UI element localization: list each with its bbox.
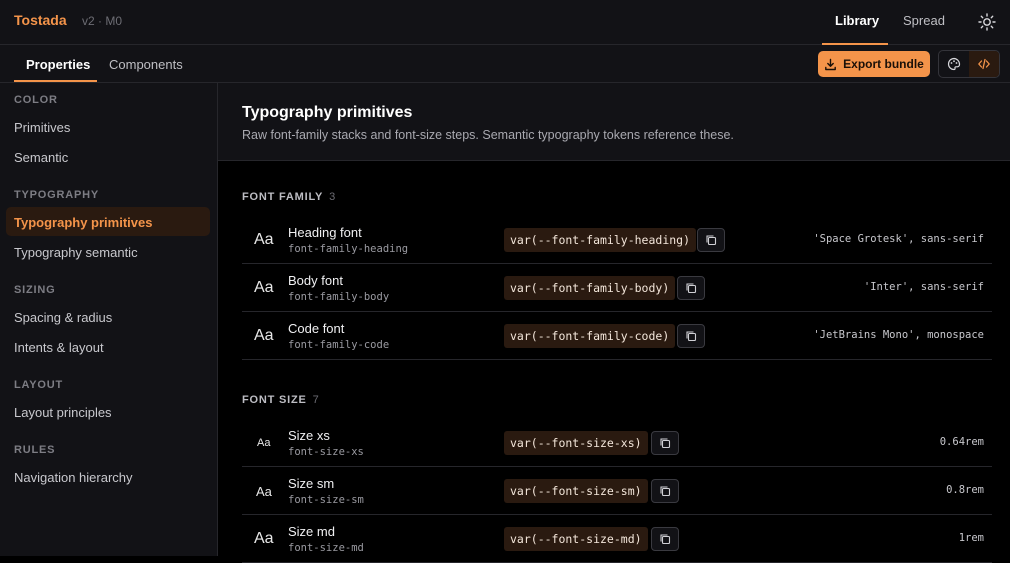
sidebar-item-navigation-hierarchy[interactable]: Navigation hierarchy (14, 470, 133, 485)
section-font-size-count: 7 (312, 394, 320, 406)
section-font-family-label: FONT FAMILY (242, 191, 324, 203)
tab-properties[interactable]: Properties (26, 57, 90, 72)
font-sample: Aa (254, 279, 274, 296)
token-value: 'Space Grotesk', sans-serif (813, 233, 984, 245)
download-icon (825, 58, 837, 70)
top-bar: Tostada v2 · M0 Library Spread (0, 0, 1010, 45)
font-sample: Aa (257, 437, 271, 449)
sidebar-item-intents-layout[interactable]: Intents & layout (14, 340, 104, 355)
css-var-chip[interactable]: var(--font-family-body) (504, 276, 676, 300)
css-var-chip[interactable]: var(--font-size-sm) (504, 479, 648, 503)
sidebar-item-typography-primitives[interactable]: Typography primitives (14, 215, 152, 230)
css-var-chip[interactable]: var(--font-size-md) (504, 527, 648, 551)
token-name: Body font (288, 273, 343, 288)
tab-spread[interactable]: Spread (903, 13, 945, 28)
table-row: Aa Size xs font-size-xs var(--font-size-… (242, 419, 992, 467)
css-var-chip[interactable]: var(--font-family-code) (504, 324, 676, 348)
page-subtitle: Raw font-family stacks and font-size ste… (242, 128, 734, 142)
sidebar-item-spacing-radius[interactable]: Spacing & radius (14, 310, 112, 325)
token-name: Size xs (288, 428, 330, 443)
sidebar-item-semantic[interactable]: Semantic (14, 150, 68, 165)
sub-bar: Properties Components Export bundle (0, 45, 1010, 83)
css-var-chip[interactable]: var(--font-size-xs) (504, 431, 648, 455)
token-name: Size md (288, 524, 335, 539)
view-toggle (938, 50, 1000, 78)
font-sample: Aa (254, 231, 274, 248)
copy-button[interactable] (651, 431, 679, 455)
token-name: Code font (288, 321, 345, 336)
code-view-button[interactable] (969, 51, 999, 77)
section-font-size: FONT SIZE 7 (242, 394, 320, 406)
token-value: 'JetBrains Mono', monospace (813, 329, 984, 341)
export-bundle-button[interactable]: Export bundle (818, 51, 930, 77)
font-sample: Aa (254, 530, 274, 547)
token-value: 'Inter', sans-serif (863, 281, 984, 293)
copy-icon (660, 534, 671, 545)
copy-icon (660, 486, 671, 497)
palette-view-button[interactable] (939, 51, 969, 77)
copy-icon (686, 283, 697, 294)
tab-library[interactable]: Library (835, 13, 879, 28)
copy-button[interactable] (651, 479, 679, 503)
section-font-family: FONT FAMILY 3 (242, 191, 336, 203)
code-icon (978, 58, 990, 70)
copy-icon (706, 235, 717, 246)
sidebar-section-color: COLOR (14, 94, 58, 106)
sun-icon[interactable] (976, 11, 998, 33)
table-row: Aa Heading font font-family-heading var(… (242, 216, 992, 264)
tab-components[interactable]: Components (109, 57, 183, 72)
section-font-family-count: 3 (329, 191, 337, 203)
palette-icon (947, 57, 961, 71)
sidebar-item-layout-principles[interactable]: Layout principles (14, 405, 112, 420)
table-row: Aa Size sm font-size-sm var(--font-size-… (242, 467, 992, 515)
copy-button[interactable] (677, 324, 705, 348)
copy-button[interactable] (697, 228, 725, 252)
token-value: 0.64rem (939, 436, 984, 448)
copy-button[interactable] (677, 276, 705, 300)
app-title[interactable]: Tostada (14, 12, 67, 28)
font-sample: Aa (254, 327, 274, 344)
sidebar-section-layout: LAYOUT (14, 379, 64, 391)
active-subtab-indicator (14, 80, 97, 82)
copy-icon (686, 331, 697, 342)
copy-button[interactable] (651, 527, 679, 551)
token-name: Heading font (288, 225, 362, 240)
sidebar-item-typography-semantic[interactable]: Typography semantic (14, 245, 138, 260)
export-bundle-label: Export bundle (843, 57, 924, 71)
token-id: font-size-md (288, 542, 364, 554)
token-value: 0.8rem (946, 484, 984, 496)
token-value: 1rem (958, 532, 984, 544)
table-row: Aa Code font font-family-code var(--font… (242, 312, 992, 360)
sidebar-item-primitives[interactable]: Primitives (14, 120, 70, 135)
page-header: Typography primitives Raw font-family st… (218, 83, 1010, 161)
copy-icon (660, 438, 671, 449)
token-id: font-size-xs (288, 446, 364, 458)
token-name: Size sm (288, 476, 335, 491)
token-id: font-family-body (288, 291, 390, 303)
section-font-size-label: FONT SIZE (242, 394, 307, 406)
sidebar: COLOR Primitives Semantic TYPOGRAPHY Typ… (0, 83, 218, 556)
token-id: font-family-heading (288, 243, 409, 255)
page-title: Typography primitives (242, 104, 413, 121)
css-var-chip[interactable]: var(--font-family-heading) (504, 228, 697, 252)
token-id: font-size-sm (288, 494, 364, 506)
font-sample: Aa (256, 484, 272, 499)
sidebar-section-rules: RULES (14, 444, 56, 456)
table-row: Aa Body font font-family-body var(--font… (242, 264, 992, 312)
sidebar-section-typography: TYPOGRAPHY (14, 189, 100, 201)
app-version: v2 · M0 (82, 14, 123, 28)
token-id: font-family-code (288, 339, 390, 351)
sidebar-section-sizing: SIZING (14, 284, 56, 296)
